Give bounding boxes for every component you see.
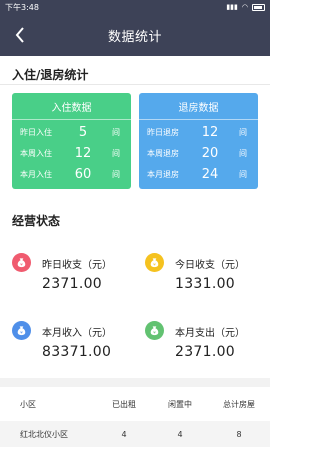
row-value: 12	[74, 146, 92, 161]
battery-icon	[252, 3, 265, 11]
section-gap	[0, 378, 270, 387]
card-divider	[12, 119, 131, 120]
status-icons: ▮▮▮ ◠	[226, 3, 265, 11]
row-value: 12	[201, 125, 219, 140]
checkin-row: 本月入住 60 间	[12, 164, 131, 185]
checkin-card: 入住数据 昨日入住 5 间 本周入住 12 间 本月入住 60 间	[12, 93, 131, 189]
cell-total: 8	[236, 429, 242, 439]
row-label: 本月退房	[147, 170, 179, 179]
table-header: 小区 已出租 闲置中 总计房屋	[0, 387, 270, 421]
row-unit: 间	[112, 170, 120, 179]
status-time: 下午3:48	[5, 2, 39, 12]
checkout-card: 退房数据 昨日退房 12 间 本周退房 20 间 本月退房 24 间	[139, 93, 258, 189]
checkin-card-header: 入住数据	[51, 102, 92, 114]
row-label: 本月入住	[20, 170, 52, 179]
page-title: 数据统计	[107, 29, 162, 45]
row-value: 5	[78, 125, 88, 140]
money-bag-icon: ¥	[145, 321, 164, 340]
section-title-checkin: 入住/退房统计	[12, 68, 89, 82]
row-value: 24	[201, 167, 219, 182]
money-bag-icon: ¥	[145, 253, 164, 272]
status-bar: 下午3:48 ▮▮▮ ◠	[0, 0, 270, 14]
column-header-rented: 已出租	[112, 399, 136, 409]
card-divider	[139, 119, 258, 120]
stat-label: 本月收入（元）	[42, 328, 112, 339]
checkout-row: 昨日退房 12 间	[139, 122, 258, 143]
checkin-row: 昨日入住 5 间	[12, 122, 131, 143]
checkin-row: 本周入住 12 间	[12, 143, 131, 164]
stat-label: 今日收支（元）	[175, 260, 245, 271]
back-button[interactable]	[10, 25, 30, 45]
chevron-left-icon	[15, 27, 24, 43]
section-divider	[0, 84, 270, 85]
checkout-row: 本月退房 24 间	[139, 164, 258, 185]
row-unit: 间	[239, 149, 247, 158]
nav-bar: 数据统计	[0, 14, 270, 56]
column-header-total: 总计房屋	[223, 399, 255, 409]
stat-month-income: ¥ 本月收入（元） 83371.00	[12, 321, 137, 365]
checkout-card-header: 退房数据	[178, 102, 219, 114]
row-label: 昨日入住	[20, 128, 52, 137]
stat-label: 昨日收支（元）	[42, 260, 112, 271]
row-value: 20	[201, 146, 219, 161]
column-header-idle: 闲置中	[168, 399, 192, 409]
table-row[interactable]: 红北北仪小区 4 4 8	[0, 421, 270, 447]
section-title-business: 经营状态	[12, 214, 61, 228]
column-header-community: 小区	[20, 399, 36, 409]
signal-icon: ▮▮▮	[226, 3, 238, 11]
stat-yesterday-balance: ¥ 昨日收支（元） 2371.00	[12, 253, 137, 297]
row-unit: 间	[239, 170, 247, 179]
row-unit: 间	[112, 149, 120, 158]
stat-today-balance: ¥ 今日收支（元） 1331.00	[145, 253, 270, 297]
row-unit: 间	[239, 128, 247, 137]
checkout-row: 本周退房 20 间	[139, 143, 258, 164]
stat-label: 本月支出（元）	[175, 328, 245, 339]
cell-idle: 4	[177, 429, 183, 439]
row-value: 60	[74, 167, 92, 182]
row-label: 本周入住	[20, 149, 52, 158]
cell-community: 红北北仪小区	[20, 429, 68, 439]
stat-value: 1331.00	[175, 276, 235, 292]
cell-rented: 4	[121, 429, 127, 439]
money-bag-icon: ¥	[12, 321, 31, 340]
wifi-icon: ◠	[241, 3, 248, 11]
row-label: 本周退房	[147, 149, 179, 158]
stat-month-expense: ¥ 本月支出（元） 2371.00	[145, 321, 270, 365]
row-label: 昨日退房	[147, 128, 179, 137]
stat-value: 2371.00	[42, 276, 102, 292]
stat-value: 2371.00	[175, 344, 235, 360]
row-unit: 间	[112, 128, 120, 137]
stat-value: 83371.00	[42, 344, 112, 360]
money-bag-icon: ¥	[12, 253, 31, 272]
